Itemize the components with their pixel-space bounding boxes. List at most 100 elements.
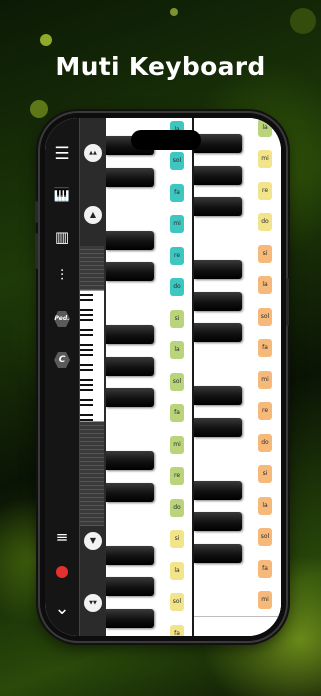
- mini-black-key: [80, 314, 93, 316]
- note-label: sol: [258, 307, 272, 326]
- playlist-icon[interactable]: ≡: [45, 528, 79, 546]
- scroll-up-fast-button[interactable]: ▲▲: [84, 144, 102, 162]
- black-key[interactable]: [194, 323, 242, 342]
- scroll-down-button[interactable]: ▼: [84, 532, 102, 550]
- note-label: mi: [170, 435, 184, 454]
- mini-black-key: [80, 389, 93, 391]
- mini-black-key: [80, 299, 93, 301]
- dynamic-island: [131, 130, 201, 150]
- note-label: sol: [170, 372, 184, 391]
- black-key[interactable]: [194, 197, 242, 216]
- mini-black-key: [80, 379, 93, 381]
- note-label: sol: [258, 528, 272, 547]
- note-label: fa: [170, 624, 184, 636]
- phone-side-button: [35, 233, 38, 269]
- black-key[interactable]: [106, 608, 154, 628]
- note-label: sol: [170, 152, 184, 171]
- black-key[interactable]: [194, 417, 242, 437]
- mini-black-key: [80, 329, 93, 331]
- black-key[interactable]: [106, 388, 154, 407]
- phone-side-button: [286, 278, 289, 326]
- menu-icon[interactable]: ☰: [45, 144, 79, 164]
- mini-black-key: [80, 294, 93, 296]
- note-label: la: [170, 561, 184, 580]
- note-label: mi: [258, 150, 272, 169]
- note-label: sol: [170, 593, 184, 612]
- bokeh-light: [290, 8, 316, 34]
- keyboard-left: lasolfamiredosilasolfamiredosilasolfami: [106, 118, 192, 636]
- keyboard-layout-icon[interactable]: ▥: [45, 228, 79, 246]
- black-key[interactable]: [106, 167, 154, 187]
- toolbar: ☰ 🎹 ▥ ⫶ Ped. C ≡ ⌄: [45, 118, 79, 636]
- note-label: do: [170, 498, 184, 517]
- mini-black-key: [80, 404, 93, 406]
- note-label: fa: [258, 339, 272, 358]
- phone-side-button: [35, 201, 38, 223]
- phone-frame: ☰ 🎹 ▥ ⫶ Ped. C ≡ ⌄ ▲▲ ▲ ▼ ▼▼ laso: [35, 113, 289, 641]
- note-label: do: [258, 213, 272, 232]
- collapse-chevron-icon[interactable]: ⌄: [45, 598, 79, 619]
- keyboard-navigator: ▲▲ ▲ ▼ ▼▼: [79, 118, 107, 636]
- mini-black-key: [80, 349, 93, 351]
- black-key[interactable]: [194, 260, 242, 279]
- black-key[interactable]: [106, 545, 154, 565]
- bokeh-light: [40, 34, 52, 46]
- page-headline: Muti Keyboard: [55, 52, 266, 81]
- scroll-down-fast-button[interactable]: ▼▼: [84, 594, 102, 612]
- note-label: re: [258, 402, 272, 421]
- note-label: re: [170, 467, 184, 486]
- app-screen: ☰ 🎹 ▥ ⫶ Ped. C ≡ ⌄ ▲▲ ▲ ▼ ▼▼ laso: [45, 118, 281, 636]
- pedal-button[interactable]: Ped.: [45, 306, 79, 327]
- mini-black-key: [80, 419, 93, 421]
- note-label: la: [258, 276, 272, 295]
- black-key[interactable]: [194, 386, 242, 405]
- black-key[interactable]: [106, 325, 154, 344]
- note-label: la: [170, 341, 184, 360]
- black-key[interactable]: [194, 543, 242, 563]
- bokeh-light: [170, 8, 178, 16]
- mixer-sliders-icon[interactable]: ⫶: [45, 266, 79, 284]
- black-key[interactable]: [194, 512, 242, 531]
- mini-black-key: [80, 319, 93, 321]
- black-key[interactable]: [106, 577, 154, 596]
- white-key[interactable]: mi: [194, 584, 281, 617]
- note-label: fa: [258, 559, 272, 578]
- black-key[interactable]: [106, 356, 154, 376]
- mini-black-key: [80, 384, 93, 386]
- mini-keyboard-viewport[interactable]: [80, 290, 104, 422]
- note-label: mi: [170, 215, 184, 234]
- scroll-up-button[interactable]: ▲: [84, 206, 102, 224]
- pedal-icon: Ped.: [54, 311, 70, 327]
- note-label: fa: [170, 183, 184, 202]
- note-label: do: [170, 278, 184, 297]
- mini-black-key: [80, 309, 93, 311]
- mini-black-key: [80, 344, 93, 346]
- black-key[interactable]: [106, 230, 154, 250]
- mini-black-key: [80, 354, 93, 356]
- note-label: si: [258, 244, 272, 263]
- black-key[interactable]: [194, 480, 242, 500]
- mini-black-key: [80, 334, 93, 336]
- keyboard-right: la mi re do si la sol fa mi re do si la sol fa mi: [194, 118, 281, 636]
- bokeh-light: [30, 100, 48, 118]
- note-label: si: [170, 309, 184, 328]
- mini-black-key: [80, 414, 93, 416]
- black-key[interactable]: [106, 451, 154, 470]
- note-label: la: [258, 496, 272, 515]
- mini-black-key: [80, 369, 93, 371]
- mini-black-key: [80, 399, 93, 401]
- record-button[interactable]: [45, 564, 79, 582]
- key-signature-button[interactable]: C: [45, 348, 79, 368]
- black-key[interactable]: [194, 134, 242, 153]
- black-key[interactable]: [106, 482, 154, 502]
- grand-piano-icon[interactable]: 🎹: [45, 188, 79, 203]
- note-label: la: [258, 118, 272, 137]
- note-label: fa: [170, 404, 184, 423]
- black-key[interactable]: [106, 262, 154, 281]
- black-key[interactable]: [194, 291, 242, 311]
- note-label: mi: [258, 591, 272, 610]
- record-icon: [56, 566, 68, 578]
- mini-black-key: [80, 364, 93, 366]
- note-label: re: [170, 246, 184, 265]
- black-key[interactable]: [194, 165, 242, 185]
